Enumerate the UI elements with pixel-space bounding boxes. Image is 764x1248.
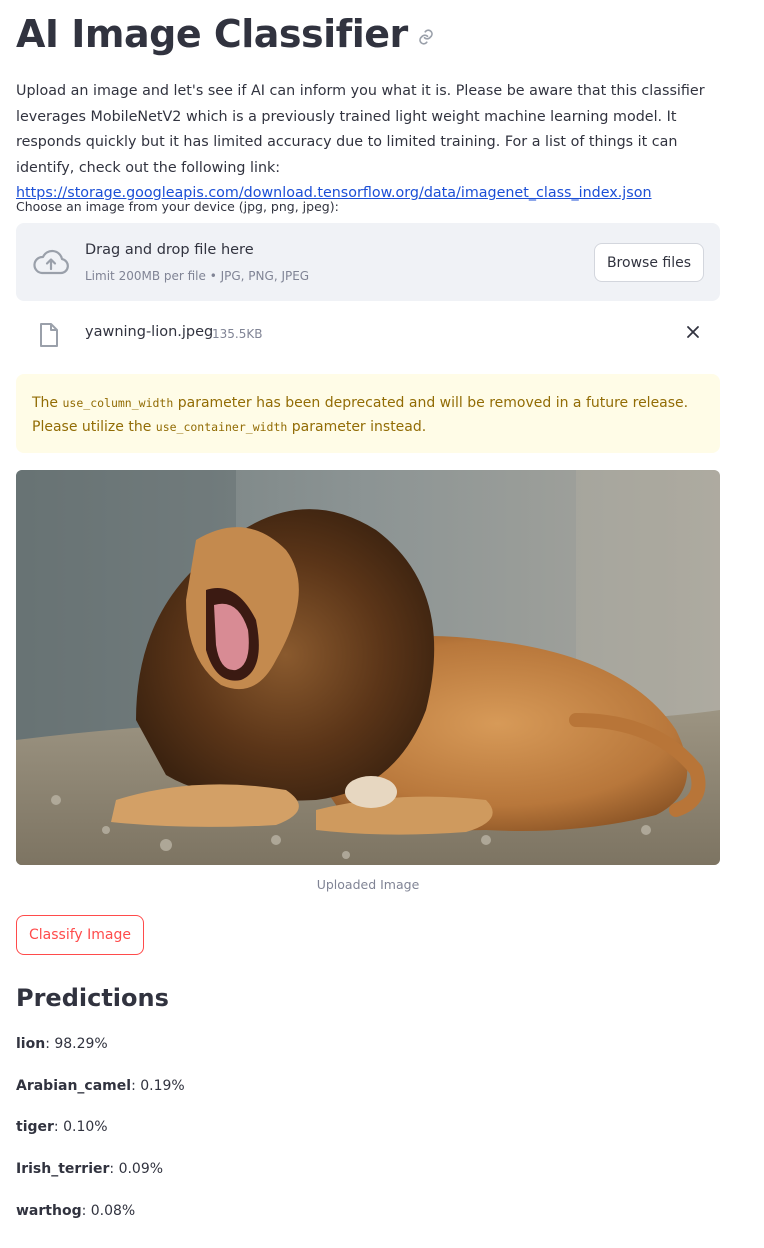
warning-text-3: parameter instead.: [287, 419, 427, 435]
warning-code-1: use_column_width: [62, 396, 174, 410]
browse-files-button[interactable]: Browse files: [593, 243, 704, 282]
prediction-label: warthog: [16, 1203, 82, 1219]
prediction-value: : 0.19%: [131, 1078, 185, 1094]
prediction-item: Arabian_camel: 0.19%: [16, 1078, 185, 1094]
file-size: 135.5KB: [212, 327, 263, 341]
prediction-value: : 0.08%: [81, 1203, 136, 1219]
dropzone-subtitle: Limit 200MB per file • JPG, PNG, JPEG: [85, 269, 310, 283]
dropzone-title: Drag and drop file here: [85, 242, 254, 258]
page-title: AI Image Classifier: [16, 12, 408, 56]
file-icon: [38, 322, 60, 348]
prediction-value: : 0.10%: [53, 1119, 108, 1135]
prediction-label: Irish_terrier: [16, 1161, 110, 1177]
deprecation-warning: The use_column_width parameter has been …: [16, 374, 720, 453]
intro-text: Upload an image and let's see if AI can …: [16, 83, 705, 176]
file-dropzone[interactable]: Drag and drop file here Limit 200MB per …: [16, 223, 720, 301]
uploader-label: Choose an image from your device (jpg, p…: [16, 199, 339, 214]
prediction-item: Irish_terrier: 0.09%: [16, 1161, 163, 1177]
prediction-label: Arabian_camel: [16, 1078, 132, 1094]
intro-paragraph: Upload an image and let's see if AI can …: [16, 79, 722, 207]
prediction-item: lion: 98.29%: [16, 1036, 108, 1052]
prediction-item: warthog: 0.08%: [16, 1203, 135, 1219]
title-row: AI Image Classifier: [16, 12, 436, 56]
app-page: AI Image Classifier Upload an image and …: [0, 0, 764, 1248]
prediction-value: : 98.29%: [45, 1036, 108, 1052]
file-name: yawning-lion.jpeg: [85, 324, 214, 340]
prediction-item: tiger: 0.10%: [16, 1119, 108, 1135]
prediction-value: : 0.09%: [109, 1161, 164, 1177]
link-icon[interactable]: [416, 27, 436, 47]
cloud-upload-icon: [32, 247, 70, 277]
uploaded-file-row: yawning-lion.jpeg 135.5KB: [16, 313, 720, 355]
uploaded-image: [16, 470, 720, 865]
warning-text-1: The: [32, 395, 63, 411]
predictions-heading: Predictions: [16, 984, 169, 1012]
prediction-label: tiger: [16, 1119, 54, 1135]
close-icon[interactable]: [684, 323, 702, 341]
classify-image-button[interactable]: Classify Image: [16, 915, 144, 955]
warning-code-2: use_container_width: [155, 420, 288, 434]
prediction-label: lion: [16, 1036, 46, 1052]
image-caption: Uploaded Image: [316, 877, 420, 892]
